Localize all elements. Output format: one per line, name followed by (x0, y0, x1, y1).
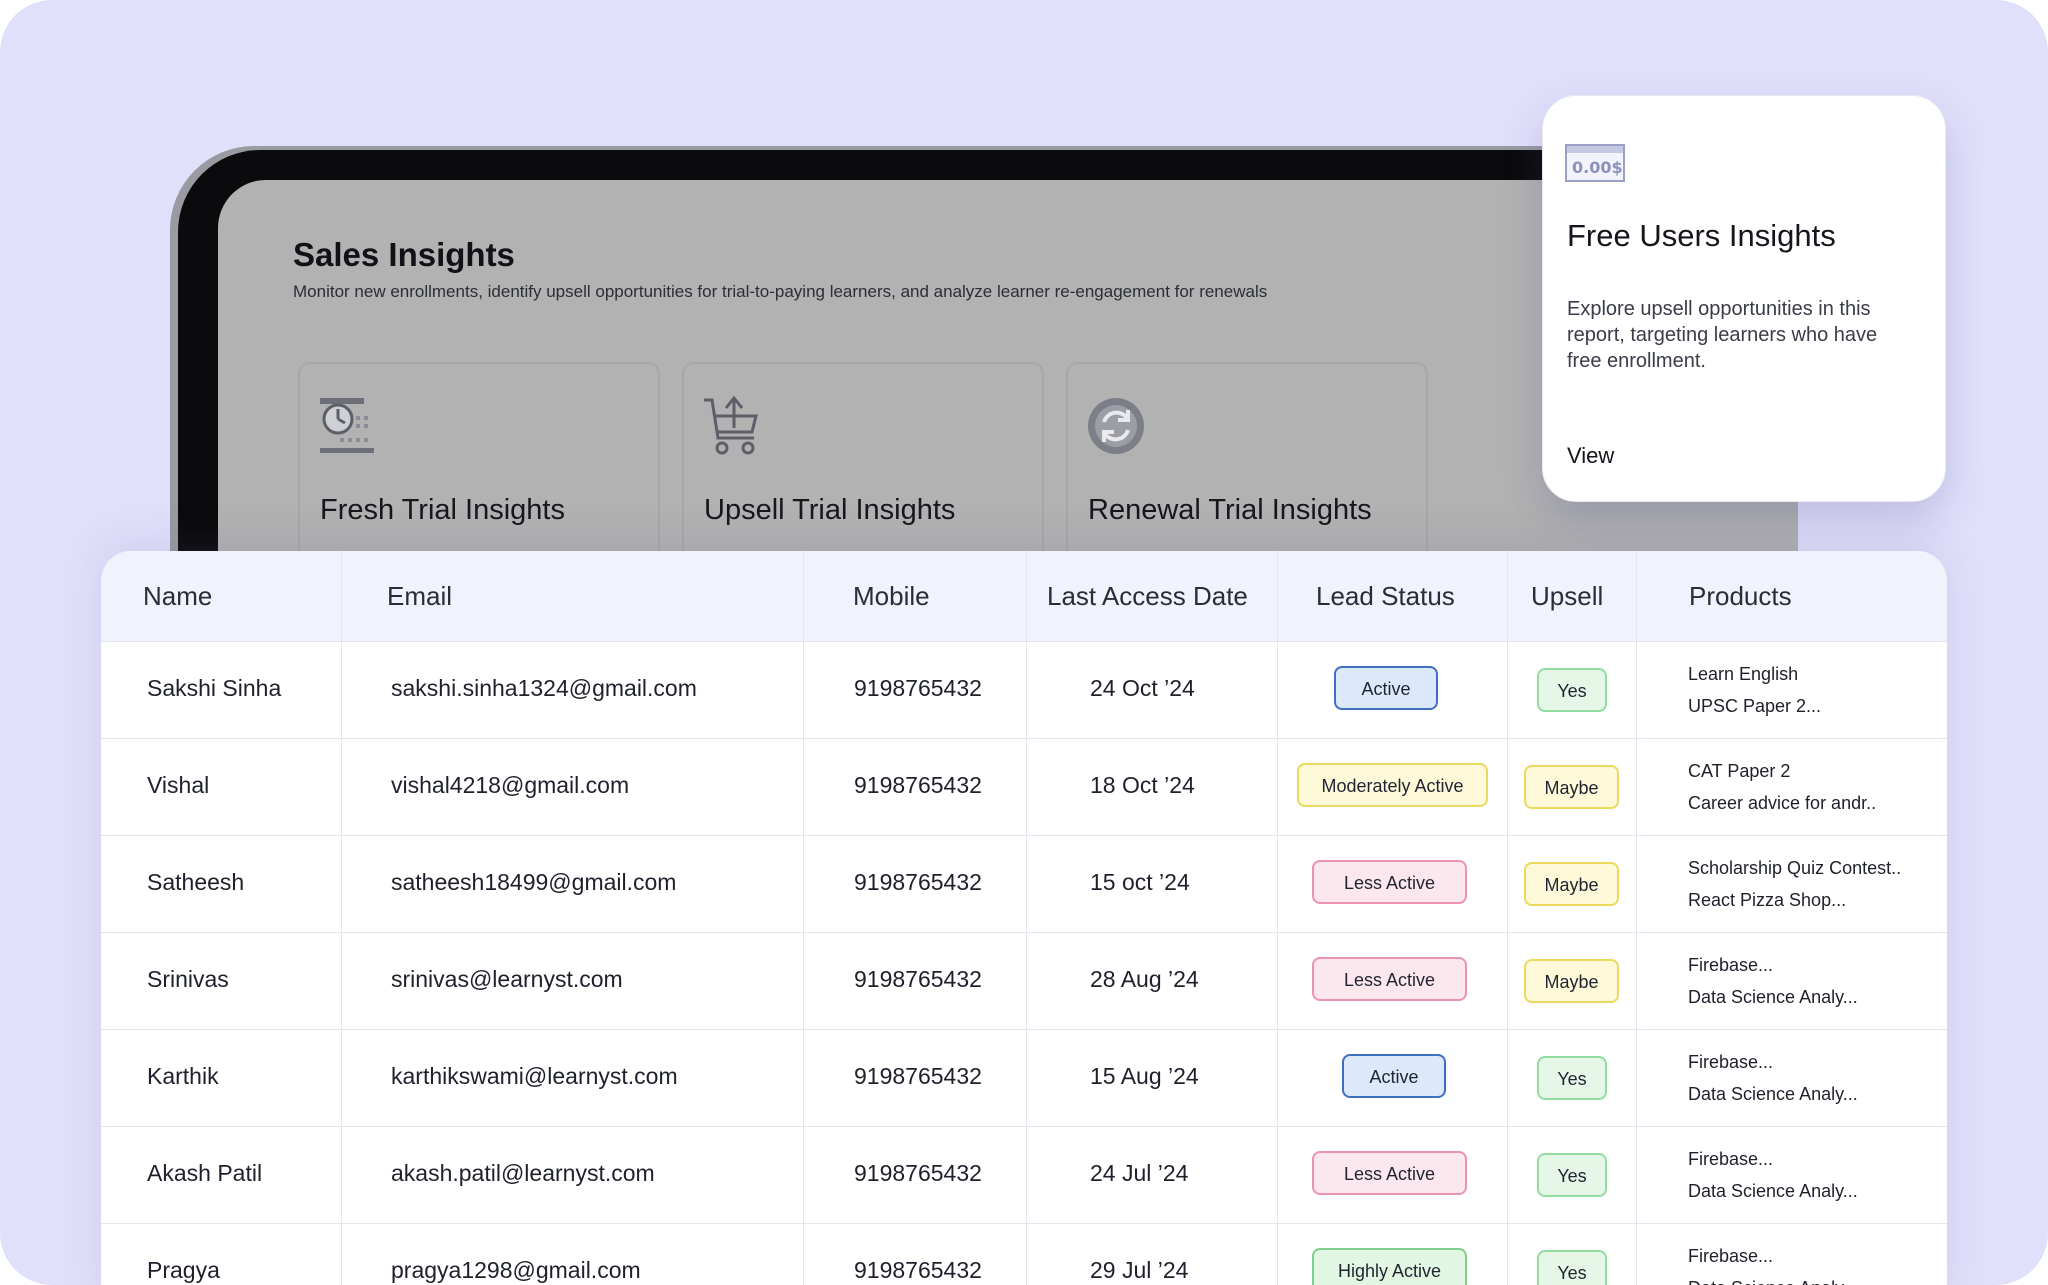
renewal-trial-label: Renewal Trial Insights (1088, 494, 1372, 526)
product-item: Scholarship Quiz Contest.. (1688, 858, 1902, 878)
cell-date: 18 Oct ’24 (1090, 772, 1195, 798)
table-row[interactable]: Sakshi Sinha sakshi.sinha1324@gmail.com 91… (101, 641, 1947, 738)
upsell-trial-label: Upsell Trial Insights (704, 494, 956, 526)
table-row[interactable]: Akash Patil akash.patil@learnyst.com 91987… (101, 1126, 1947, 1223)
product-item: Career advice for andr.. (1688, 793, 1877, 813)
page-subtitle: Monitor new enrollments, identify upsell… (293, 282, 1268, 301)
cell-name: Vishal (147, 772, 210, 798)
cell-mobile: 9198765432 (854, 772, 982, 798)
view-link[interactable]: View (1567, 443, 1614, 469)
cell-mobile: 9198765432 (854, 1063, 982, 1089)
cell-products: Firebase... Data Science Analy... (1688, 1046, 1858, 1110)
product-item: Data Science Analy... (1688, 1272, 1858, 1285)
cell-email: akash.patil@learnyst.com (391, 1160, 655, 1186)
page-title: Sales Insights (293, 236, 515, 273)
free-users-description: Explore upsell opportunities in this rep… (1567, 298, 1878, 372)
table-header: Name Email Mobile Last Access Date Lead … (101, 551, 1947, 641)
upsell-badge: Yes (1537, 1153, 1607, 1197)
cell-name: Pragya (147, 1257, 220, 1283)
status-badge: Less Active (1312, 860, 1467, 904)
header-email: Email (387, 581, 453, 611)
cell-name: Srinivas (147, 966, 229, 992)
table-row[interactable]: Pragya pragya1298@gmail.com 9198765432 29 J… (101, 1223, 1947, 1285)
header-upsell: Upsell (1531, 581, 1604, 611)
header-last-access-date: Last Access Date (1047, 581, 1248, 611)
product-item: React Pizza Shop... (1688, 890, 1847, 910)
cell-products: CAT Paper 2 Career advice for andr.. (1688, 755, 1876, 819)
product-item: Learn English (1688, 664, 1799, 684)
background-canvas: Sales Insights Monitor new enrollments, … (0, 0, 2048, 1285)
cell-products: Firebase... Data Science Analy... (1688, 1240, 1858, 1285)
table-row[interactable]: Satheesh satheesh18499@gmail.com 919876543… (101, 835, 1947, 932)
product-item: Firebase... (1688, 1052, 1774, 1072)
cell-date: 24 Oct ’24 (1090, 675, 1195, 701)
cell-name: Satheesh (147, 869, 245, 895)
product-item: UPSC Paper 2... (1688, 696, 1822, 716)
cell-date: 15 Aug ’24 (1090, 1063, 1199, 1089)
cell-date: 15 oct ’24 (1090, 869, 1190, 895)
table-row[interactable]: Vishal vishal4218@gmail.com 9198765432 18 O… (101, 738, 1947, 835)
status-badge: Moderately Active (1297, 763, 1488, 807)
upsell-badge: Maybe (1524, 765, 1619, 809)
product-item: Data Science Analy... (1688, 1181, 1858, 1201)
cell-name: Karthik (147, 1063, 219, 1089)
cell-email: satheesh18499@gmail.com (391, 869, 677, 895)
header-products: Products (1689, 581, 1792, 611)
cell-email: vishal4218@gmail.com (391, 772, 630, 798)
product-item: Firebase... (1688, 1246, 1774, 1266)
cart-upload-icon (704, 395, 758, 455)
cell-date: 24 Jul ’24 (1090, 1160, 1189, 1186)
cell-name: Sakshi Sinha (147, 675, 282, 701)
cell-products: Learn English UPSC Paper 2... (1688, 658, 1821, 722)
table-row[interactable]: Srinivas srinivas@learnyst.com 9198765432 2… (101, 932, 1947, 1029)
price-tag-icon: 0.00$ (1565, 144, 1625, 182)
cell-email: pragya1298@gmail.com (391, 1257, 641, 1283)
upsell-badge: Maybe (1524, 959, 1619, 1003)
upsell-badge: Maybe (1524, 862, 1619, 906)
refresh-icon (1088, 398, 1144, 454)
cell-name: Akash Patil (147, 1160, 263, 1186)
cell-mobile: 9198765432 (854, 966, 982, 992)
status-badge: Less Active (1312, 957, 1467, 1001)
header-lead-status: Lead Status (1316, 581, 1455, 611)
product-item: Data Science Analy... (1688, 987, 1858, 1007)
status-badge: Active (1342, 1054, 1446, 1098)
product-item: CAT Paper 2 (1688, 761, 1791, 781)
status-badge: Active (1334, 666, 1438, 710)
cell-products: Firebase... Data Science Analy... (1688, 949, 1858, 1013)
cell-mobile: 9198765432 (854, 675, 982, 701)
product-item: Firebase... (1688, 955, 1774, 975)
upsell-badge: Yes (1537, 1056, 1607, 1100)
upsell-badge: Yes (1537, 1250, 1607, 1285)
cell-mobile: 9198765432 (854, 1257, 982, 1283)
product-item: Firebase... (1688, 1149, 1774, 1169)
cell-products: Firebase... Data Science Analy... (1688, 1143, 1858, 1207)
cell-email: srinivas@learnyst.com (391, 966, 623, 992)
cell-email: karthikswami@learnyst.com (391, 1063, 678, 1089)
free-users-card[interactable]: 0.00$ Free Users Insights Explore upsell… (1542, 95, 1946, 502)
cell-mobile: 9198765432 (854, 1160, 982, 1186)
cell-date: 28 Aug ’24 (1090, 966, 1199, 992)
cell-email: sakshi.sinha1324@gmail.com (391, 675, 697, 701)
fresh-trial-label: Fresh Trial Insights (320, 494, 565, 526)
product-item: Data Science Analy... (1688, 1084, 1858, 1104)
status-badge: Highly Active (1312, 1248, 1467, 1285)
learners-table: Name Email Mobile Last Access Date Lead … (101, 551, 1947, 1285)
upsell-badge: Yes (1537, 668, 1607, 712)
header-name: Name (143, 581, 213, 611)
status-badge: Less Active (1312, 1151, 1467, 1195)
header-mobile: Mobile (853, 581, 930, 611)
table-row[interactable]: Karthik karthikswami@learnyst.com 91987654… (101, 1029, 1947, 1126)
cell-date: 29 Jul ’24 (1090, 1257, 1189, 1283)
cell-mobile: 9198765432 (854, 869, 982, 895)
free-users-title: Free Users Insights (1567, 218, 1836, 253)
clock-icon (320, 398, 374, 453)
cell-products: Scholarship Quiz Contest.. React Pizza Sh… (1688, 852, 1901, 916)
